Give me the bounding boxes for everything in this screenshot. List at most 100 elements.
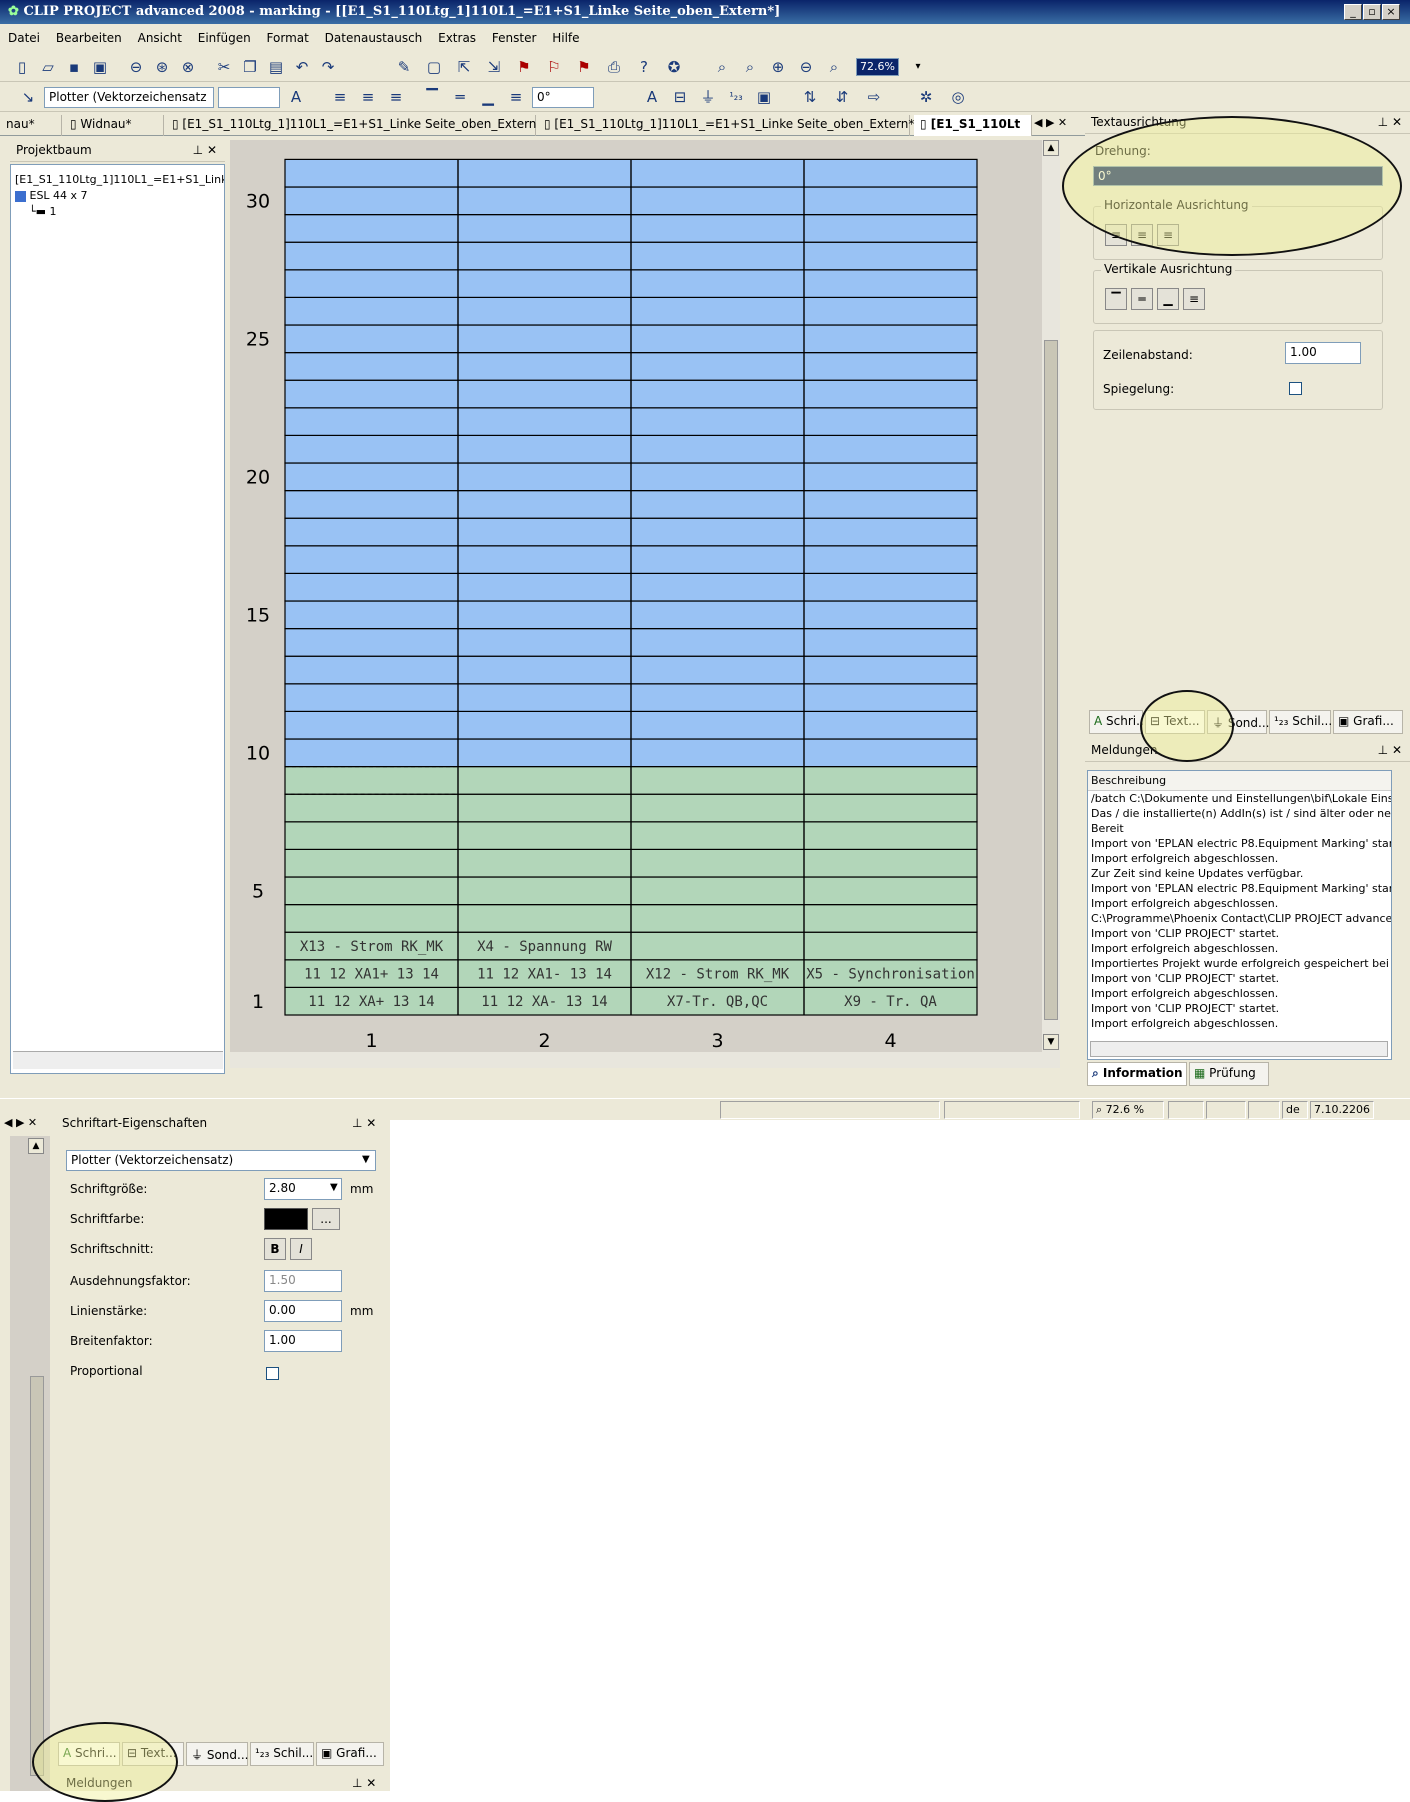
tree-leaf[interactable]: └▬ 1 xyxy=(11,205,224,218)
preview-icon[interactable]: ⊛ xyxy=(152,58,172,76)
sort-desc-icon[interactable]: ⇵ xyxy=(832,88,852,106)
expansion-input[interactable]: 1.50 xyxy=(264,1270,342,1292)
menu-bearbeiten[interactable]: Bearbeiten xyxy=(56,31,122,45)
marker-canvas[interactable]: 30 25 20 15 10 5 1 1 2 3 4 X13 - Strom RK_MK X4 - Sp… xyxy=(230,140,1060,1068)
tab-scroll-icon[interactable]: ◀ ▶ ✕ xyxy=(1034,116,1067,129)
zoom-all-icon[interactable]: ⌕ xyxy=(824,58,844,76)
tab-font[interactable]: A Schri... xyxy=(1089,710,1148,734)
v-align-top-button[interactable]: ▔ xyxy=(1105,288,1127,310)
settings-icon[interactable]: ⊗ xyxy=(178,58,198,76)
font-color-button[interactable]: ... xyxy=(312,1208,340,1230)
proportional-checkbox[interactable] xyxy=(266,1367,279,1380)
font-icon[interactable]: A xyxy=(642,88,662,106)
menu-hilfe[interactable]: Hilfe xyxy=(552,31,579,45)
redo-icon[interactable]: ↷ xyxy=(318,58,338,76)
cell-text[interactable]: 11 12 XA1- 13 14 xyxy=(477,967,612,983)
save-icon[interactable]: ▪ xyxy=(64,58,84,76)
open-icon[interactable]: ▱ xyxy=(38,58,58,76)
chevron-down-icon[interactable]: ▾ xyxy=(908,58,928,76)
mirror-checkbox[interactable] xyxy=(1289,382,1302,395)
save-as-icon[interactable]: ▣ xyxy=(90,58,110,76)
tab-doc-3[interactable]: ▯ [E1_S1_110Ltg_1]110L1_=E1+S1_Linke Sei… xyxy=(166,115,536,136)
maximize-button[interactable]: ▫ xyxy=(1363,4,1381,20)
menu-fenster[interactable]: Fenster xyxy=(492,31,537,45)
cell-text[interactable]: X13 - Strom RK_MK xyxy=(300,939,444,955)
marker-remove-icon[interactable]: ⚐ xyxy=(544,58,564,76)
v-align-bottom-button[interactable]: ▁ xyxy=(1157,288,1179,310)
message-line[interactable]: Import von 'CLIP PROJECT' startet. xyxy=(1091,926,1388,941)
cell-text[interactable]: X5 - Synchronisation xyxy=(806,967,975,983)
cell-text[interactable]: 11 12 XA1+ 13 14 xyxy=(304,967,439,983)
pointer-icon[interactable]: ↘ xyxy=(18,88,38,106)
export-icon[interactable]: ⇲ xyxy=(484,58,504,76)
message-line[interactable]: /batch C:\Dokumente und Einstellungen\bi… xyxy=(1091,791,1391,806)
message-line[interactable]: Import von 'CLIP PROJECT' startet. xyxy=(1091,1001,1388,1016)
valign-bottom-icon[interactable]: ▁ xyxy=(478,88,498,106)
close-button[interactable]: × xyxy=(1382,4,1400,20)
chevron-down-icon[interactable]: ▼ xyxy=(330,1182,338,1193)
new-icon[interactable]: ▯ xyxy=(12,58,32,76)
menu-datenaustausch[interactable]: Datenaustausch xyxy=(325,31,423,45)
tab-check[interactable]: ▦ Prüfung xyxy=(1189,1062,1269,1086)
font-family-select[interactable]: Plotter (Vektorzeichensatz) xyxy=(66,1150,376,1171)
scroll-up-icon[interactable]: ▲ xyxy=(28,1138,44,1154)
menu-extras[interactable]: Extras xyxy=(438,31,476,45)
message-line[interactable]: Das / die installierte(n) AddIn(s) ist /… xyxy=(1091,806,1391,821)
zoom-window-icon[interactable]: ⌕ xyxy=(712,58,732,76)
message-line[interactable]: Import von 'CLIP PROJECT' startet. xyxy=(1091,971,1388,986)
valign-middle-icon[interactable]: ═ xyxy=(450,88,470,106)
v-align-justify-button[interactable]: ≡ xyxy=(1183,288,1205,310)
zoom-in-icon[interactable]: ⊕ xyxy=(768,58,788,76)
marker-grid[interactable]: 30 25 20 15 10 5 1 1 2 3 4 X13 - Strom RK_MK X4 - Sp… xyxy=(230,140,1060,1068)
align-left-icon[interactable]: ≡ xyxy=(330,88,350,106)
line-spacing-input[interactable]: 1.00 xyxy=(1285,342,1361,364)
tab-doc-2[interactable]: ▯ Widnau* xyxy=(64,115,164,136)
tag-icon[interactable]: ✪ xyxy=(664,58,684,76)
tree-root[interactable]: [E1_S1_110Ltg_1]110L1_=E1+S1_Link xyxy=(11,165,224,186)
cell-text[interactable]: 11 12 XA- 13 14 xyxy=(481,994,607,1010)
menu-format[interactable]: Format xyxy=(267,31,309,45)
project-icon[interactable]: ✎ xyxy=(394,58,414,76)
scroll-thumb[interactable] xyxy=(1044,340,1058,1020)
gear-icon[interactable]: ✲ xyxy=(916,88,936,106)
minimize-button[interactable]: _ xyxy=(1344,4,1362,20)
sort-asc-icon[interactable]: ⇅ xyxy=(800,88,820,106)
cell-text[interactable]: X12 - Strom RK_MK xyxy=(646,967,790,983)
tab-special[interactable]: ⏚ Sond... xyxy=(186,1742,248,1766)
cell-text[interactable]: 11 12 XA+ 13 14 xyxy=(308,994,434,1010)
tab-labels[interactable]: ¹₂₃ Schil... xyxy=(1269,710,1332,734)
pin-icon[interactable]: ⊥ ✕ xyxy=(1378,743,1402,757)
cell-text[interactable]: X4 - Spannung RW xyxy=(477,939,612,955)
message-line[interactable]: Import erfolgreich abgeschlossen. xyxy=(1091,851,1388,866)
numbering-icon[interactable]: ¹₂₃ xyxy=(726,88,746,106)
cut-icon[interactable]: ✂ xyxy=(214,58,234,76)
messages-hscrollbar[interactable] xyxy=(1090,1041,1388,1057)
paste-icon[interactable]: ▤ xyxy=(266,58,286,76)
width-factor-input[interactable]: 1.00 xyxy=(264,1330,342,1352)
text-align-icon[interactable]: ⊟ xyxy=(670,88,690,106)
pin-icon[interactable]: ⊥ ✕ xyxy=(352,1776,376,1790)
scroll-down-icon[interactable]: ▼ xyxy=(1043,1034,1059,1050)
zoom-out-icon[interactable]: ⊖ xyxy=(796,58,816,76)
italic-button[interactable]: I xyxy=(290,1238,312,1260)
cell-text[interactable]: X7-Tr. QB,QC xyxy=(667,994,768,1010)
plugin-icon[interactable]: ◎ xyxy=(948,88,968,106)
chevron-down-icon[interactable]: ▼ xyxy=(362,1154,370,1165)
pin-icon[interactable]: ⊥ ✕ xyxy=(1378,115,1402,129)
message-line[interactable]: Import erfolgreich abgeschlossen. xyxy=(1091,986,1388,1001)
message-line[interactable]: Import von 'EPLAN electric P8.Equipment … xyxy=(1091,836,1391,851)
pin-icon[interactable]: ⊥ ✕ xyxy=(352,1116,376,1130)
message-line[interactable]: Importiertes Projekt wurde erfolgreich g… xyxy=(1091,956,1391,971)
scroll-thumb[interactable] xyxy=(30,1376,44,1776)
help-icon[interactable]: ? xyxy=(634,58,654,76)
bold-button[interactable]: B xyxy=(264,1238,286,1260)
zoom-icon[interactable]: ⌕ xyxy=(740,58,760,76)
tab-graphic[interactable]: ▣ Grafi... xyxy=(1333,710,1403,734)
canvas-hscrollbar[interactable] xyxy=(230,1052,1042,1068)
zoom-select[interactable]: 72.6% xyxy=(856,58,899,76)
tab-doc-active[interactable]: ▯ [E1_S1_110Lt xyxy=(914,115,1032,136)
marker-delete-icon[interactable]: ⚑ xyxy=(574,58,594,76)
tab-doc-4[interactable]: ▯ [E1_S1_110Ltg_1]110L1_=E1+S1_Linke Sei… xyxy=(538,115,914,136)
angle-select[interactable]: 0° xyxy=(532,87,594,108)
message-line[interactable]: Import von 'EPLAN electric P8.Equipment … xyxy=(1091,881,1391,896)
